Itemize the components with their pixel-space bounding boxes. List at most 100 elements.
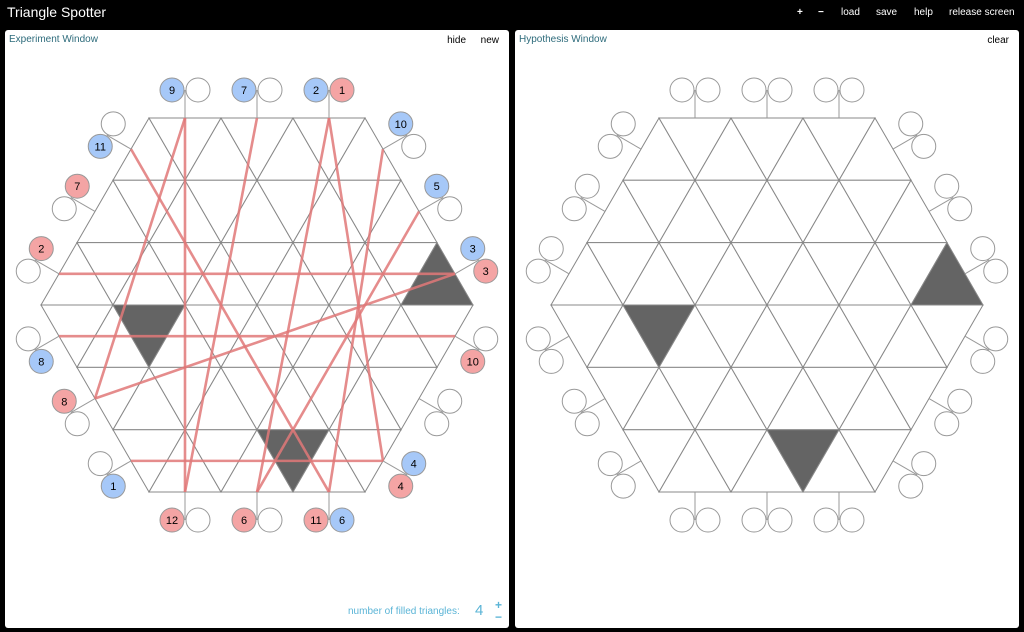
- port-pair[interactable]: [597, 111, 642, 159]
- hypothesis-board[interactable]: [515, 30, 1019, 628]
- port-pair[interactable]: [561, 173, 606, 222]
- blue-port[interactable]: [51, 196, 77, 222]
- red-port[interactable]: [15, 326, 41, 352]
- red-port[interactable]: [669, 507, 695, 533]
- blue-port[interactable]: [437, 388, 463, 414]
- blue-port[interactable]: [911, 451, 937, 477]
- blue-port[interactable]: [947, 388, 973, 414]
- port-pair[interactable]: [741, 492, 793, 533]
- blue-port[interactable]: [525, 258, 551, 284]
- port-pair[interactable]: 33: [454, 236, 499, 284]
- blue-port[interactable]: [574, 411, 600, 437]
- red-port[interactable]: [257, 77, 283, 103]
- port-pair[interactable]: [525, 236, 570, 284]
- blue-port[interactable]: [741, 77, 767, 103]
- blue-port[interactable]: [767, 507, 793, 533]
- port-pair[interactable]: [561, 388, 606, 437]
- red-port[interactable]: [947, 196, 973, 222]
- red-port[interactable]: [424, 411, 450, 437]
- port-pair[interactable]: [964, 236, 1009, 284]
- port-pair[interactable]: 8: [15, 326, 60, 374]
- blue-port-label: 4: [411, 459, 417, 471]
- port-pair[interactable]: 10: [454, 326, 499, 374]
- blue-port[interactable]: [64, 411, 90, 437]
- blue-port[interactable]: [15, 258, 41, 284]
- zoom-in-button[interactable]: +: [797, 7, 803, 18]
- port-pair[interactable]: 9: [159, 77, 211, 118]
- port-pair[interactable]: 12: [159, 492, 211, 533]
- red-port[interactable]: [911, 133, 937, 159]
- port-pair[interactable]: [597, 451, 642, 499]
- blue-port[interactable]: [257, 507, 283, 533]
- red-port[interactable]: [525, 326, 551, 352]
- blue-port[interactable]: [695, 507, 721, 533]
- red-port[interactable]: [813, 507, 839, 533]
- port-pair[interactable]: 7: [231, 77, 283, 118]
- blue-port[interactable]: [669, 77, 695, 103]
- red-port[interactable]: [970, 348, 996, 374]
- port-pair[interactable]: 5: [418, 173, 463, 222]
- port-pair[interactable]: [525, 326, 570, 374]
- port-pair[interactable]: 2: [15, 236, 60, 284]
- blue-port[interactable]: [898, 111, 924, 137]
- filled-count-value: 4: [475, 602, 484, 619]
- port-pair[interactable]: [813, 77, 865, 118]
- blue-port[interactable]: [934, 173, 960, 199]
- red-port[interactable]: [767, 77, 793, 103]
- red-port[interactable]: [538, 236, 564, 262]
- red-port[interactable]: [741, 507, 767, 533]
- blue-port[interactable]: [473, 326, 499, 352]
- release-screen-button[interactable]: release screen: [949, 7, 1015, 18]
- blue-port[interactable]: [610, 473, 636, 499]
- red-port[interactable]: [561, 388, 587, 414]
- red-port[interactable]: [437, 196, 463, 222]
- help-button[interactable]: help: [914, 7, 933, 18]
- red-port[interactable]: [983, 258, 1009, 284]
- blue-port[interactable]: [185, 507, 211, 533]
- blue-port[interactable]: [561, 196, 587, 222]
- red-port[interactable]: [695, 77, 721, 103]
- experiment-board[interactable]: 9 7 2 11053310446116121882711: [5, 30, 509, 628]
- port-pair[interactable]: [964, 326, 1009, 374]
- zoom-out-button[interactable]: −: [818, 7, 824, 18]
- port-pair[interactable]: [418, 388, 463, 437]
- port-pair[interactable]: 6: [231, 492, 283, 533]
- port-pair[interactable]: 1: [87, 451, 132, 499]
- red-port[interactable]: [401, 133, 427, 159]
- load-button[interactable]: load: [841, 7, 860, 18]
- port-pair[interactable]: 6 11: [303, 492, 355, 533]
- blue-port[interactable]: [839, 507, 865, 533]
- port-pair[interactable]: [892, 111, 937, 159]
- port-pair[interactable]: 21: [303, 77, 355, 118]
- red-port[interactable]: [934, 411, 960, 437]
- port-pair[interactable]: 10: [382, 111, 427, 159]
- red-port[interactable]: [610, 111, 636, 137]
- blue-port[interactable]: [597, 133, 623, 159]
- port-pair[interactable]: [928, 173, 973, 222]
- blue-port[interactable]: [813, 77, 839, 103]
- port-pair[interactable]: [813, 492, 865, 533]
- port-pair[interactable]: [892, 451, 937, 499]
- top-bar: Triangle Spotter + − load save help rele…: [0, 0, 1024, 28]
- red-port[interactable]: [185, 77, 211, 103]
- red-port[interactable]: [839, 77, 865, 103]
- triangle-grid: [40, 116, 474, 494]
- blue-port[interactable]: [970, 236, 996, 262]
- port-pair[interactable]: 44: [382, 451, 427, 499]
- red-port[interactable]: [597, 451, 623, 477]
- port-pair[interactable]: [669, 492, 721, 533]
- port-pair[interactable]: [741, 77, 793, 118]
- blue-port[interactable]: [538, 348, 564, 374]
- red-port[interactable]: [87, 451, 113, 477]
- red-port[interactable]: [574, 173, 600, 199]
- port-pair[interactable]: [669, 77, 721, 118]
- save-button[interactable]: save: [876, 7, 897, 18]
- red-port[interactable]: [100, 111, 126, 137]
- port-pair[interactable]: 11: [87, 111, 132, 159]
- port-pair[interactable]: 8: [51, 388, 96, 437]
- port-pair[interactable]: [928, 388, 973, 437]
- port-pair[interactable]: 7: [51, 173, 96, 222]
- count-decrease-button[interactable]: −: [495, 610, 502, 624]
- blue-port[interactable]: [983, 326, 1009, 352]
- red-port[interactable]: [898, 473, 924, 499]
